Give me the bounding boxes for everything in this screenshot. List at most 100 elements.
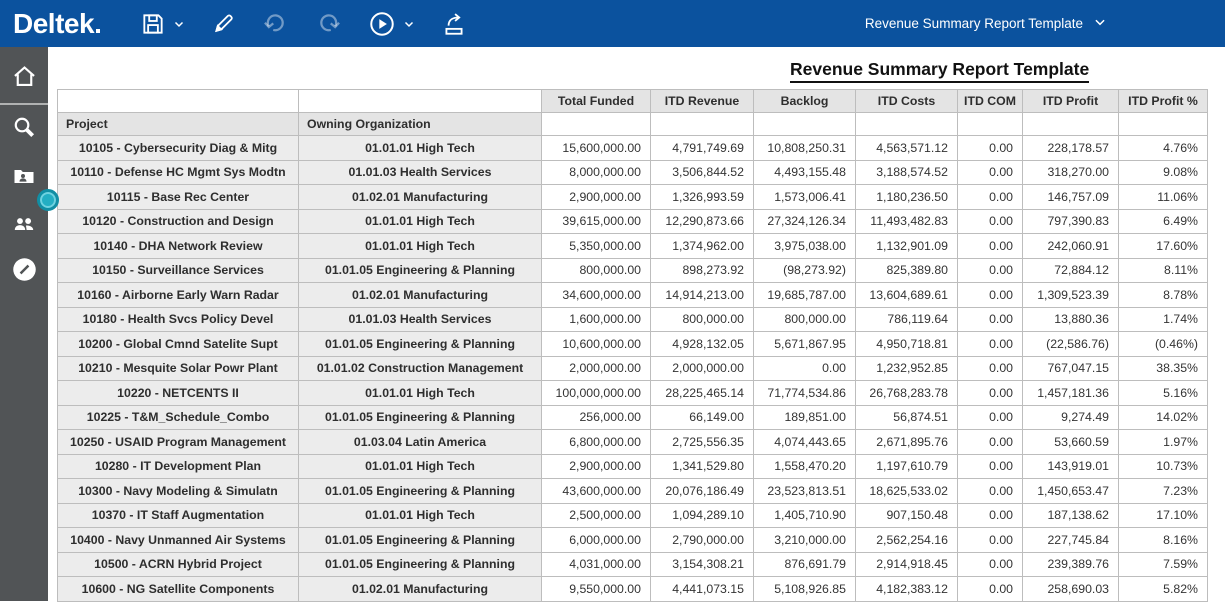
- cell-org[interactable]: 01.02.01 Manufacturing: [299, 185, 542, 210]
- cell-total-funded[interactable]: 800,000.00: [542, 258, 651, 283]
- cell-itd-costs[interactable]: 825,389.80: [856, 258, 958, 283]
- cell-itd-costs[interactable]: 11,493,482.83: [856, 209, 958, 234]
- cell-org[interactable]: 01.01.05 Engineering & Planning: [299, 332, 542, 357]
- cell-itd-revenue[interactable]: 14,914,213.00: [651, 283, 754, 308]
- cell-itd-revenue[interactable]: 66,149.00: [651, 405, 754, 430]
- cell-itd-profit[interactable]: 187,138.62: [1023, 503, 1119, 528]
- cell-project[interactable]: 10140 - DHA Network Review: [58, 234, 299, 259]
- cell-itd-costs[interactable]: 3,188,574.52: [856, 160, 958, 185]
- cell-itd-revenue[interactable]: 2,725,556.35: [651, 430, 754, 455]
- cell-itd-profit[interactable]: 227,745.84: [1023, 528, 1119, 553]
- cell-itd-profit[interactable]: 53,660.59: [1023, 430, 1119, 455]
- cell-org[interactable]: 01.01.03 Health Services: [299, 160, 542, 185]
- cell-itd-costs[interactable]: 56,874.51: [856, 405, 958, 430]
- sidebar-item-search[interactable]: [0, 111, 48, 145]
- cell-itd-profit[interactable]: 318,270.00: [1023, 160, 1119, 185]
- cell-project[interactable]: 10160 - Airborne Early Warn Radar: [58, 283, 299, 308]
- cell-itd-com[interactable]: 0.00: [958, 356, 1023, 381]
- cell-total-funded[interactable]: 4,031,000.00: [542, 552, 651, 577]
- cell-itd-com[interactable]: 0.00: [958, 454, 1023, 479]
- cell-itd-revenue[interactable]: 1,341,529.80: [651, 454, 754, 479]
- cell-total-funded[interactable]: 10,600,000.00: [542, 332, 651, 357]
- run-button[interactable]: [368, 10, 396, 38]
- cell-itd-profit[interactable]: 239,389.76: [1023, 552, 1119, 577]
- cell-itd-profit-pct[interactable]: 1.74%: [1119, 307, 1208, 332]
- template-selector[interactable]: Revenue Summary Report Template: [865, 15, 1107, 32]
- cell-itd-costs[interactable]: 4,563,571.12: [856, 136, 958, 161]
- cell-itd-costs[interactable]: 4,182,383.12: [856, 577, 958, 602]
- cell-itd-profit-pct[interactable]: 11.06%: [1119, 185, 1208, 210]
- cell-itd-profit-pct[interactable]: 5.82%: [1119, 577, 1208, 602]
- cell-itd-com[interactable]: 0.00: [958, 283, 1023, 308]
- cell-project[interactable]: 10110 - Defense HC Mgmt Sys Modtn: [58, 160, 299, 185]
- cell-backlog[interactable]: 27,324,126.34: [754, 209, 856, 234]
- cell-project[interactable]: 10600 - NG Satellite Components: [58, 577, 299, 602]
- save-menu-button[interactable]: [173, 18, 185, 30]
- cell-itd-profit-pct[interactable]: 1.97%: [1119, 430, 1208, 455]
- cell-itd-com[interactable]: 0.00: [958, 577, 1023, 602]
- cell-itd-costs[interactable]: 2,914,918.45: [856, 552, 958, 577]
- cell-itd-revenue[interactable]: 20,076,186.49: [651, 479, 754, 504]
- cell-backlog[interactable]: 0.00: [754, 356, 856, 381]
- cell-project[interactable]: 10150 - Surveillance Services: [58, 258, 299, 283]
- cell-backlog[interactable]: 23,523,813.51: [754, 479, 856, 504]
- cell-org[interactable]: 01.01.05 Engineering & Planning: [299, 528, 542, 553]
- cell-itd-profit-pct[interactable]: 4.76%: [1119, 136, 1208, 161]
- cell-itd-revenue[interactable]: 3,154,308.21: [651, 552, 754, 577]
- column-header-itd-revenue[interactable]: ITD Revenue: [651, 90, 754, 113]
- cell-total-funded[interactable]: 100,000,000.00: [542, 381, 651, 406]
- cell-itd-revenue[interactable]: 800,000.00: [651, 307, 754, 332]
- cell-org[interactable]: 01.02.01 Manufacturing: [299, 577, 542, 602]
- cell-itd-profit[interactable]: 13,880.36: [1023, 307, 1119, 332]
- cell-org[interactable]: 01.02.01 Manufacturing: [299, 283, 542, 308]
- cell-project[interactable]: 10180 - Health Svcs Policy Devel: [58, 307, 299, 332]
- cell-itd-com[interactable]: 0.00: [958, 479, 1023, 504]
- cell-itd-revenue[interactable]: 1,374,962.00: [651, 234, 754, 259]
- sidebar-item-home[interactable]: [0, 61, 48, 95]
- cell-total-funded[interactable]: 34,600,000.00: [542, 283, 651, 308]
- cell-itd-revenue[interactable]: 3,506,844.52: [651, 160, 754, 185]
- cell-itd-com[interactable]: 0.00: [958, 503, 1023, 528]
- cell-itd-costs[interactable]: 786,119.64: [856, 307, 958, 332]
- cell-itd-revenue[interactable]: 1,326,993.59: [651, 185, 754, 210]
- cell-total-funded[interactable]: 256,000.00: [542, 405, 651, 430]
- cell-itd-profit[interactable]: 143,919.01: [1023, 454, 1119, 479]
- cell-itd-com[interactable]: 0.00: [958, 332, 1023, 357]
- cell-itd-profit-pct[interactable]: 14.02%: [1119, 405, 1208, 430]
- cell-total-funded[interactable]: 6,000,000.00: [542, 528, 651, 553]
- cell-itd-profit[interactable]: 797,390.83: [1023, 209, 1119, 234]
- cell-itd-profit[interactable]: 9,274.49: [1023, 405, 1119, 430]
- cell-itd-profit-pct[interactable]: 7.59%: [1119, 552, 1208, 577]
- column-header-itd-costs[interactable]: ITD Costs: [856, 90, 958, 113]
- cell-itd-com[interactable]: 0.00: [958, 381, 1023, 406]
- cell-itd-revenue[interactable]: 4,928,132.05: [651, 332, 754, 357]
- cell-backlog[interactable]: 10,808,250.31: [754, 136, 856, 161]
- cell-project[interactable]: 10250 - USAID Program Management: [58, 430, 299, 455]
- cell-total-funded[interactable]: 9,550,000.00: [542, 577, 651, 602]
- cell-org[interactable]: 01.01.05 Engineering & Planning: [299, 258, 542, 283]
- column-header-itd-com[interactable]: ITD COM: [958, 90, 1023, 113]
- cell-itd-costs[interactable]: 1,232,952.85: [856, 356, 958, 381]
- cell-itd-profit-pct[interactable]: 8.11%: [1119, 258, 1208, 283]
- cell-org[interactable]: 01.01.01 High Tech: [299, 209, 542, 234]
- redo-button[interactable]: [315, 10, 342, 37]
- cell-project[interactable]: 10225 - T&M_Schedule_Combo: [58, 405, 299, 430]
- cell-itd-costs[interactable]: 2,562,254.16: [856, 528, 958, 553]
- save-button[interactable]: [140, 11, 166, 37]
- cell-itd-revenue[interactable]: 4,441,073.15: [651, 577, 754, 602]
- cell-itd-com[interactable]: 0.00: [958, 209, 1023, 234]
- cell-itd-com[interactable]: 0.00: [958, 258, 1023, 283]
- cell-total-funded[interactable]: 1,600,000.00: [542, 307, 651, 332]
- cell-itd-profit-pct[interactable]: 8.16%: [1119, 528, 1208, 553]
- cell-total-funded[interactable]: 39,615,000.00: [542, 209, 651, 234]
- cell-itd-revenue[interactable]: 2,790,000.00: [651, 528, 754, 553]
- column-header-itd-profit[interactable]: ITD Profit: [1023, 90, 1119, 113]
- cell-itd-revenue[interactable]: 898,273.92: [651, 258, 754, 283]
- cell-project[interactable]: 10105 - Cybersecurity Diag & Mitg: [58, 136, 299, 161]
- cell-itd-costs[interactable]: 4,950,718.81: [856, 332, 958, 357]
- cell-itd-profit-pct[interactable]: (0.46%): [1119, 332, 1208, 357]
- cell-total-funded[interactable]: 2,500,000.00: [542, 503, 651, 528]
- undo-button[interactable]: [262, 10, 289, 37]
- column-header-itd-profit-pct[interactable]: ITD Profit %: [1119, 90, 1208, 113]
- cell-org[interactable]: 01.01.05 Engineering & Planning: [299, 405, 542, 430]
